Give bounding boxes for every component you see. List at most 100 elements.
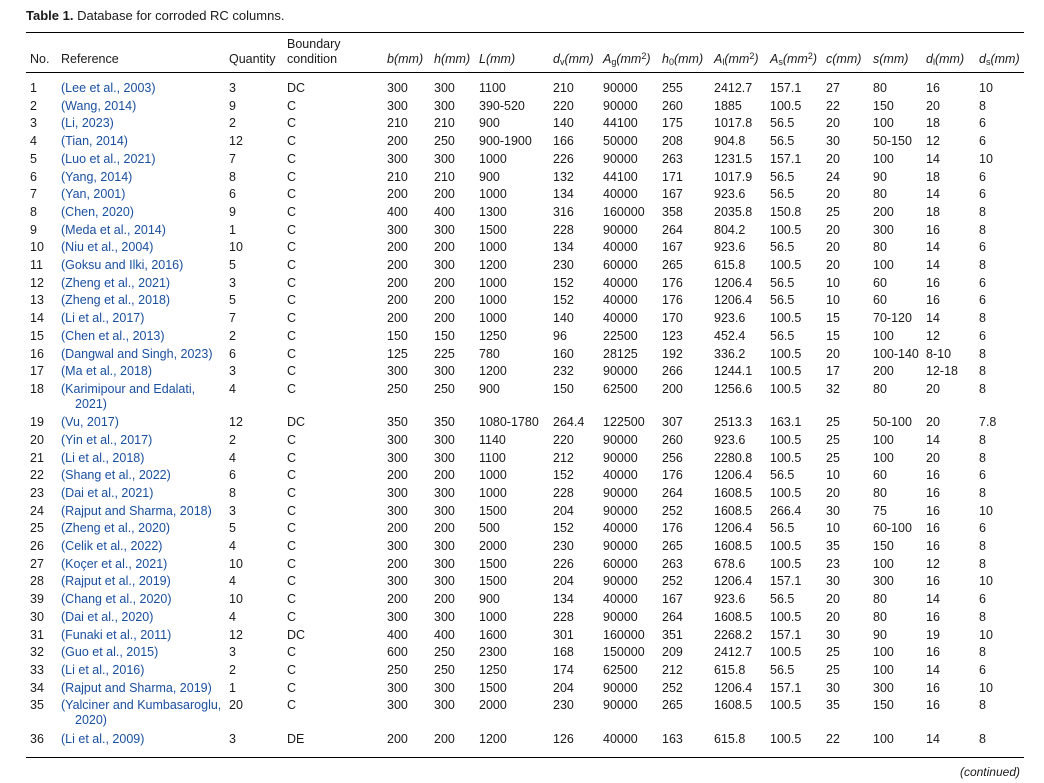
cell-dv: 152 (553, 521, 574, 536)
cell-Al: 1608.5 (714, 698, 753, 713)
cell-As: 56.5 (770, 662, 795, 677)
cell-c: 20 (826, 258, 840, 272)
cell-h0: 167 (662, 240, 683, 255)
cell-dv: 168 (553, 645, 574, 660)
cell-L: 1000 (479, 293, 507, 308)
cell-h0: 260 (662, 432, 683, 447)
cell-no: 16 (30, 346, 44, 361)
cell-ds: 6 (979, 116, 986, 131)
cell-Ag: 62500 (603, 662, 638, 677)
cell-h: 200 (434, 275, 455, 290)
cell-no: 15 (30, 328, 44, 343)
cell-Ag: 40000 (603, 293, 638, 308)
cell-dv: 316 (553, 204, 574, 219)
cell-h0: 252 (662, 503, 683, 518)
cell-h: 200 (434, 521, 455, 536)
cell-c: 30 (826, 134, 840, 149)
cell-boundary: DC (287, 415, 306, 430)
cell-ds: 6 (979, 275, 986, 290)
cell-Al: 1244.1 (714, 364, 753, 379)
cell-quantity: 4 (229, 539, 236, 553)
cell-no: 7 (30, 187, 37, 202)
cell-Al: 1206.4 (714, 468, 753, 483)
cell-h: 200 (434, 468, 455, 483)
cell-L: 2300 (479, 645, 507, 660)
cell-reference: (Li et al., 2017) (61, 311, 145, 326)
cell-c: 10 (826, 275, 840, 290)
cell-L: 2000 (479, 698, 507, 713)
cell-dl: 16 (926, 680, 940, 695)
cell-boundary: C (287, 485, 297, 500)
cell-ds: 6 (979, 521, 986, 536)
cell-L: 1200 (479, 364, 507, 379)
cell-h: 210 (434, 116, 455, 131)
cell-Ag: 90000 (603, 698, 638, 713)
cell-reference: (Dangwal and Singh, 2023) (61, 346, 213, 361)
cell-dl: 16 (926, 81, 940, 95)
cell-Al: 1608.5 (714, 609, 753, 624)
cell-dv: 174 (553, 662, 574, 677)
cell-h0: 200 (662, 381, 683, 396)
cell-reference-continued: 2021) (75, 396, 107, 411)
cell-h0: 263 (662, 556, 683, 571)
cell-h0: 265 (662, 539, 683, 553)
cell-L: 1000 (479, 311, 507, 326)
cell-dv: 301 (553, 627, 574, 642)
cell-c: 20 (826, 592, 840, 607)
cell-c: 30 (826, 574, 840, 589)
cell-c: 35 (826, 539, 840, 553)
cell-h: 250 (434, 645, 455, 660)
cell-Al: 923.6 (714, 592, 746, 607)
cell-reference: (Chen et al., 2013) (61, 328, 165, 343)
cell-c: 20 (826, 187, 840, 202)
cell-Ag: 28125 (603, 346, 638, 361)
cell-L: 1100 (479, 81, 506, 95)
cell-b: 400 (387, 204, 408, 219)
cell-no: 5 (30, 151, 37, 166)
cell-h: 300 (434, 81, 455, 95)
cell-Al: 1206.4 (714, 521, 753, 536)
cell-Al: 1231.5 (714, 151, 753, 166)
cell-ds: 8 (979, 731, 986, 746)
cell-As: 157.1 (770, 151, 802, 166)
cell-h: 200 (434, 592, 455, 607)
cell-h: 250 (434, 662, 455, 677)
cell-dv: 226 (553, 151, 574, 166)
cell-b: 300 (387, 364, 408, 379)
cell-quantity: 7 (229, 311, 236, 326)
cell-ds: 8 (979, 698, 986, 713)
cell-s: 150 (873, 698, 894, 713)
cell-dl: 16 (926, 539, 940, 553)
cell-c: 27 (826, 81, 840, 95)
cell-As: 157.1 (770, 627, 802, 642)
cell-b: 300 (387, 450, 408, 465)
cell-boundary: C (287, 328, 297, 343)
cell-As: 100.5 (770, 346, 802, 361)
cell-dl: 14 (926, 187, 940, 202)
cell-reference: (Yalciner and Kumbasaroglu, (61, 698, 222, 713)
cell-quantity: 8 (229, 169, 236, 184)
cell-c: 20 (826, 240, 840, 255)
cell-As: 157.1 (770, 81, 802, 95)
cell-quantity: 1 (229, 222, 236, 237)
cell-no: 35 (30, 698, 44, 713)
cell-c: 10 (826, 521, 840, 536)
cell-c: 20 (826, 116, 840, 131)
cell-h: 300 (434, 485, 455, 500)
cell-ds: 6 (979, 134, 986, 149)
cell-As: 150.8 (770, 204, 802, 219)
cell-Ag: 44100 (603, 116, 638, 131)
cell-dl: 8-10 (926, 346, 952, 361)
cell-h: 350 (434, 415, 455, 430)
cell-h: 210 (434, 169, 455, 184)
cell-boundary: C (287, 151, 297, 166)
cell-dl: 20 (926, 381, 940, 396)
cell-reference: (Celik et al., 2022) (61, 539, 163, 553)
cell-reference: (Li et al., 2018) (61, 450, 145, 465)
cell-Ag: 62500 (603, 381, 638, 396)
cell-h0: 358 (662, 204, 683, 219)
cell-Ag: 160000 (603, 627, 645, 642)
cell-s: 50-150 (873, 134, 912, 149)
cell-L: 1250 (479, 328, 507, 343)
cell-ds: 8 (979, 381, 986, 396)
